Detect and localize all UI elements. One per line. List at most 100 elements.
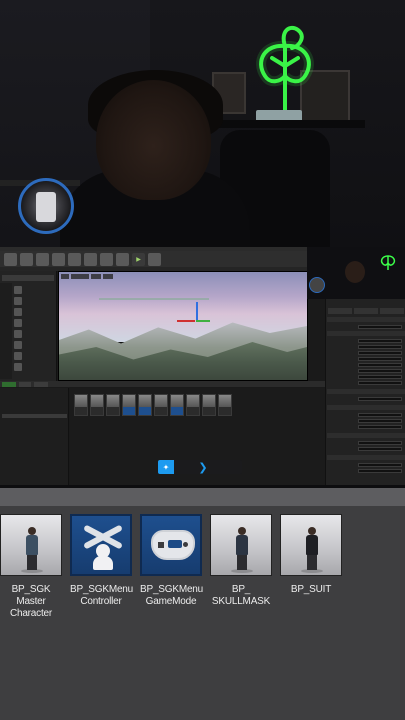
details-field[interactable]: [358, 368, 402, 373]
place-item[interactable]: [14, 351, 54, 360]
details-row[interactable]: [328, 424, 404, 429]
details-field[interactable]: [358, 380, 402, 385]
details-field[interactable]: [358, 418, 402, 423]
cinematics-icon[interactable]: [100, 252, 113, 266]
place-item[interactable]: [14, 318, 54, 327]
content-breadcrumb[interactable]: [51, 381, 111, 387]
gizmo-x-axis[interactable]: [177, 320, 195, 322]
details-row[interactable]: [328, 350, 404, 355]
place-item[interactable]: [14, 340, 54, 349]
import-button[interactable]: [19, 381, 31, 387]
details-row[interactable]: [328, 446, 404, 451]
asset-tile-small[interactable]: [122, 394, 136, 416]
details-field[interactable]: [358, 396, 402, 401]
level-viewport[interactable]: [58, 271, 308, 381]
viewport-options-button[interactable]: [61, 274, 69, 279]
folder-tree-item[interactable]: [2, 470, 67, 474]
gizmo-z-axis[interactable]: [196, 302, 198, 322]
details-field[interactable]: [358, 468, 402, 473]
character-icon: [210, 514, 272, 576]
actor-icon: [14, 351, 22, 360]
lit-button[interactable]: [91, 274, 101, 279]
details-row[interactable]: [328, 440, 404, 445]
blueprints-icon[interactable]: [84, 252, 97, 266]
details-field[interactable]: [358, 356, 402, 361]
details-field[interactable]: [358, 344, 402, 349]
asset-tile-small[interactable]: [202, 394, 216, 416]
asset-tile-menu-gamemode[interactable]: BP_SGKMenu GameMode: [140, 514, 203, 608]
details-row[interactable]: [328, 324, 404, 329]
asset-tile-skullmask[interactable]: BP_ SKULLMASK: [210, 514, 272, 608]
details-search-tab[interactable]: [380, 308, 404, 314]
source-control-icon[interactable]: [20, 252, 33, 266]
world-settings-tab[interactable]: [354, 308, 378, 314]
settings-icon[interactable]: [68, 252, 81, 266]
perspective-button[interactable]: [71, 274, 89, 279]
asset-tile-small[interactable]: [74, 394, 88, 416]
add-new-button[interactable]: [2, 381, 16, 387]
asset-tile-small[interactable]: [106, 394, 120, 416]
asset-tile-small[interactable]: [138, 394, 152, 416]
details-field[interactable]: [358, 350, 402, 355]
asset-tile-small[interactable]: [218, 394, 232, 416]
details-row[interactable]: [328, 356, 404, 361]
details-field[interactable]: [358, 462, 402, 467]
details-field[interactable]: [358, 374, 402, 379]
details-row[interactable]: [328, 374, 404, 379]
details-row[interactable]: [328, 412, 404, 417]
gizmo-y-axis[interactable]: [196, 320, 210, 322]
webcam-feed: [0, 0, 405, 247]
content-icon[interactable]: [36, 252, 49, 266]
marketplace-icon[interactable]: [52, 252, 65, 266]
details-row[interactable]: [328, 338, 404, 343]
details-tab[interactable]: [328, 308, 352, 314]
details-row[interactable]: [328, 368, 404, 373]
actor-icon: [14, 362, 22, 371]
details-row[interactable]: [328, 418, 404, 423]
details-field[interactable]: [358, 446, 402, 451]
place-categories[interactable]: [0, 283, 12, 379]
asset-tile-small[interactable]: [170, 394, 184, 416]
asset-tile-suit[interactable]: BP_SUIT: [280, 514, 342, 596]
details-row[interactable]: [328, 344, 404, 349]
asset-tile-small[interactable]: [154, 394, 168, 416]
play-icon[interactable]: ▶: [132, 252, 145, 266]
details-field[interactable]: [358, 362, 402, 367]
launch-icon[interactable]: [148, 252, 161, 266]
asset-tile-master-character[interactable]: BP_SGK Master Character: [0, 514, 62, 620]
details-section[interactable]: [327, 317, 405, 322]
save-all-button[interactable]: [34, 381, 48, 387]
place-item[interactable]: [14, 362, 54, 371]
details-section[interactable]: [327, 433, 405, 438]
modes-tab-strip[interactable]: [2, 275, 54, 281]
streamer-face: [96, 80, 211, 200]
details-row[interactable]: [328, 380, 404, 385]
wall-shelf: [205, 120, 365, 128]
details-field[interactable]: [358, 324, 402, 329]
build-icon[interactable]: [116, 252, 129, 266]
asset-tile-menu-controller[interactable]: BP_SGKMenu Controller: [70, 514, 133, 608]
details-row[interactable]: [328, 362, 404, 367]
character-icon: [280, 514, 342, 576]
details-row[interactable]: [328, 468, 404, 473]
show-button[interactable]: [103, 274, 113, 279]
details-section[interactable]: [327, 405, 405, 410]
details-field[interactable]: [358, 412, 402, 417]
details-section[interactable]: [327, 455, 405, 460]
asset-tile-small[interactable]: [90, 394, 104, 416]
save-icon[interactable]: [4, 252, 17, 266]
details-field[interactable]: [358, 424, 402, 429]
place-item[interactable]: [14, 285, 54, 294]
place-item[interactable]: [14, 307, 54, 316]
viewport-bridge: [99, 298, 209, 300]
details-section[interactable]: [327, 389, 405, 394]
details-field[interactable]: [358, 338, 402, 343]
details-field[interactable]: [358, 440, 402, 445]
details-row[interactable]: [328, 462, 404, 467]
place-item[interactable]: [14, 329, 54, 338]
asset-tile-small[interactable]: [186, 394, 200, 416]
details-section[interactable]: [327, 331, 405, 336]
details-row[interactable]: [328, 396, 404, 401]
place-item[interactable]: [14, 296, 54, 305]
actor-icon: [14, 285, 22, 294]
